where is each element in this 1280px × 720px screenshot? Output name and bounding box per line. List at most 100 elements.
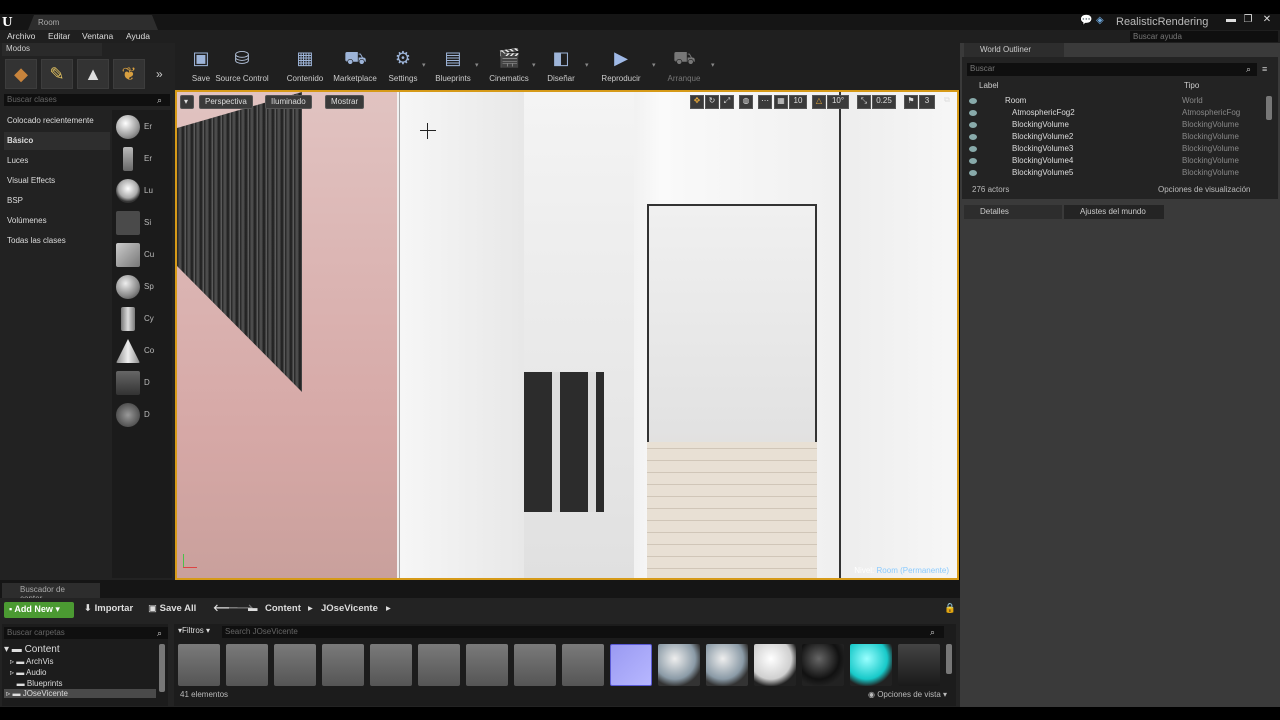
visibility-icon[interactable]: [969, 158, 977, 164]
mesh-asset[interactable]: [898, 644, 940, 686]
material-asset[interactable]: [754, 644, 796, 686]
outliner-scrollbar[interactable]: [1266, 96, 1272, 120]
close-button[interactable]: ✕: [1260, 14, 1274, 26]
col-label[interactable]: Label: [979, 81, 999, 90]
material-asset[interactable]: [658, 644, 700, 686]
category-lights[interactable]: Luces: [4, 152, 110, 170]
viewport-options-button[interactable]: ▾: [180, 95, 194, 109]
notification-icon[interactable]: 💬: [1080, 15, 1092, 26]
category-volumes[interactable]: Volúmenes: [4, 212, 110, 230]
place-item[interactable]: Si: [114, 209, 170, 237]
details-tab[interactable]: Detalles: [964, 205, 1062, 219]
folder-icon[interactable]: ▬: [248, 603, 258, 614]
tree-content[interactable]: ▾ ▬ Content: [4, 644, 60, 655]
maximize-button[interactable]: ❐: [1241, 14, 1255, 26]
place-item[interactable]: D: [114, 401, 170, 429]
chevron-down-icon[interactable]: ▾: [711, 61, 715, 69]
foliage-mode-icon[interactable]: ❦: [113, 59, 145, 89]
asset-search-input[interactable]: Search JOseVicente: [222, 626, 944, 638]
outliner-row[interactable]: BlockingVolume5 BlockingVolume: [967, 168, 1267, 180]
source-control-button[interactable]: ⛁ Source Control: [215, 45, 269, 89]
content-button[interactable]: ▦ Contenido: [279, 45, 331, 89]
level-viewport[interactable]: ▾ Perspectiva Iluminado Mostrar ✥ ↻ ⤢ ◍ …: [175, 90, 959, 580]
save-all-button[interactable]: ▣ Save All: [148, 603, 196, 614]
level-tab[interactable]: Room: [28, 15, 158, 30]
visibility-icon[interactable]: [969, 98, 977, 104]
world-settings-tab[interactable]: Ajustes del mundo: [1064, 205, 1164, 219]
place-item[interactable]: Co: [114, 337, 170, 365]
place-item[interactable]: D: [114, 369, 170, 397]
outliner-row[interactable]: BlockingVolume3 BlockingVolume: [967, 144, 1267, 156]
folder-asset[interactable]: [370, 644, 412, 686]
assets-scrollbar[interactable]: [946, 644, 952, 674]
texture-asset[interactable]: [610, 644, 652, 686]
menu-file[interactable]: Archivo: [7, 31, 35, 41]
outliner-row[interactable]: Room World: [967, 96, 1267, 108]
menu-edit[interactable]: Editar: [48, 31, 70, 41]
visibility-icon[interactable]: [969, 170, 977, 176]
help-search-input[interactable]: Buscar ayuda: [1130, 31, 1278, 42]
folder-search-input[interactable]: Buscar carpetas: [4, 627, 168, 639]
camera-speed-value[interactable]: 3: [919, 95, 935, 109]
build-button[interactable]: ◧ Diseñar: [535, 45, 587, 89]
place-item[interactable]: Sp: [114, 273, 170, 301]
outliner-row[interactable]: BlockingVolume BlockingVolume: [967, 120, 1267, 132]
more-modes-icon[interactable]: »: [156, 67, 163, 81]
place-item[interactable]: Lu: [114, 177, 170, 205]
visibility-icon[interactable]: [969, 122, 977, 128]
lock-icon[interactable]: 🔒: [944, 603, 956, 614]
perspective-button[interactable]: Perspectiva: [199, 95, 253, 109]
outliner-search-input[interactable]: Buscar: [967, 63, 1257, 76]
outliner-row[interactable]: AtmosphericFog2 AtmosphericFog: [967, 108, 1267, 120]
folder-asset[interactable]: [274, 644, 316, 686]
tree-blueprints[interactable]: ▬ Blueprints: [10, 679, 63, 688]
material-asset[interactable]: [802, 644, 844, 686]
category-basic[interactable]: Básico: [4, 132, 110, 150]
search-classes-input[interactable]: Buscar clases: [4, 94, 170, 106]
category-bsp[interactable]: BSP: [4, 192, 110, 210]
chevron-down-icon[interactable]: ▾: [652, 61, 656, 69]
world-local-icon[interactable]: ◍: [739, 95, 753, 109]
view-options-button[interactable]: Opciones de visualización: [1158, 185, 1251, 194]
source-control-status-icon[interactable]: ◈: [1096, 15, 1104, 26]
folder-asset[interactable]: [178, 644, 220, 686]
rotate-icon[interactable]: ↻: [705, 95, 719, 109]
grid-snap-value[interactable]: 10: [789, 95, 807, 109]
rotation-snap-value[interactable]: 10°: [827, 95, 849, 109]
tree-archvis[interactable]: ▹ ▬ ArchVis: [10, 657, 53, 666]
place-mode-icon[interactable]: ◆: [5, 59, 37, 89]
scale-snap-icon[interactable]: ⤡: [857, 95, 871, 109]
place-item[interactable]: Er: [114, 113, 170, 141]
category-recent[interactable]: Colocado recientemente: [4, 112, 110, 130]
chevron-down-icon[interactable]: ▾: [585, 61, 589, 69]
menu-icon[interactable]: ≡: [1262, 64, 1267, 74]
place-item[interactable]: Cy: [114, 305, 170, 333]
material-asset[interactable]: [850, 644, 892, 686]
visibility-icon[interactable]: [969, 134, 977, 140]
blueprints-button[interactable]: ▤ Blueprints: [427, 45, 479, 89]
place-item[interactable]: Er: [114, 145, 170, 173]
marketplace-button[interactable]: ⛟ Marketplace: [329, 45, 381, 89]
col-type[interactable]: Tipo: [1184, 81, 1199, 90]
minimize-button[interactable]: ▬: [1224, 14, 1238, 26]
visibility-icon[interactable]: [969, 110, 977, 116]
folder-asset[interactable]: [466, 644, 508, 686]
folder-asset[interactable]: [226, 644, 268, 686]
breadcrumb-content[interactable]: Content: [265, 603, 301, 614]
surface-snap-icon[interactable]: ⋯: [758, 95, 772, 109]
import-button[interactable]: ⬇ Importar: [84, 603, 133, 614]
folder-asset[interactable]: [562, 644, 604, 686]
category-visual-effects[interactable]: Visual Effects: [4, 172, 110, 190]
unreal-logo-icon[interactable]: U: [2, 15, 16, 29]
lit-mode-button[interactable]: Iluminado: [265, 95, 312, 109]
folder-asset[interactable]: [418, 644, 460, 686]
landscape-mode-icon[interactable]: ▲: [77, 59, 109, 89]
folder-asset[interactable]: [322, 644, 364, 686]
play-button[interactable]: ▶ Reproducir: [595, 45, 647, 89]
add-new-button[interactable]: ▪ Add New ▾: [4, 602, 74, 618]
maximize-viewport-icon[interactable]: ⧉: [941, 95, 953, 109]
folder-scrollbar[interactable]: [159, 644, 165, 692]
show-button[interactable]: Mostrar: [325, 95, 365, 109]
launch-button[interactable]: ⛟ Arranque: [658, 45, 710, 89]
category-all-classes[interactable]: Todas las clases: [4, 232, 110, 250]
